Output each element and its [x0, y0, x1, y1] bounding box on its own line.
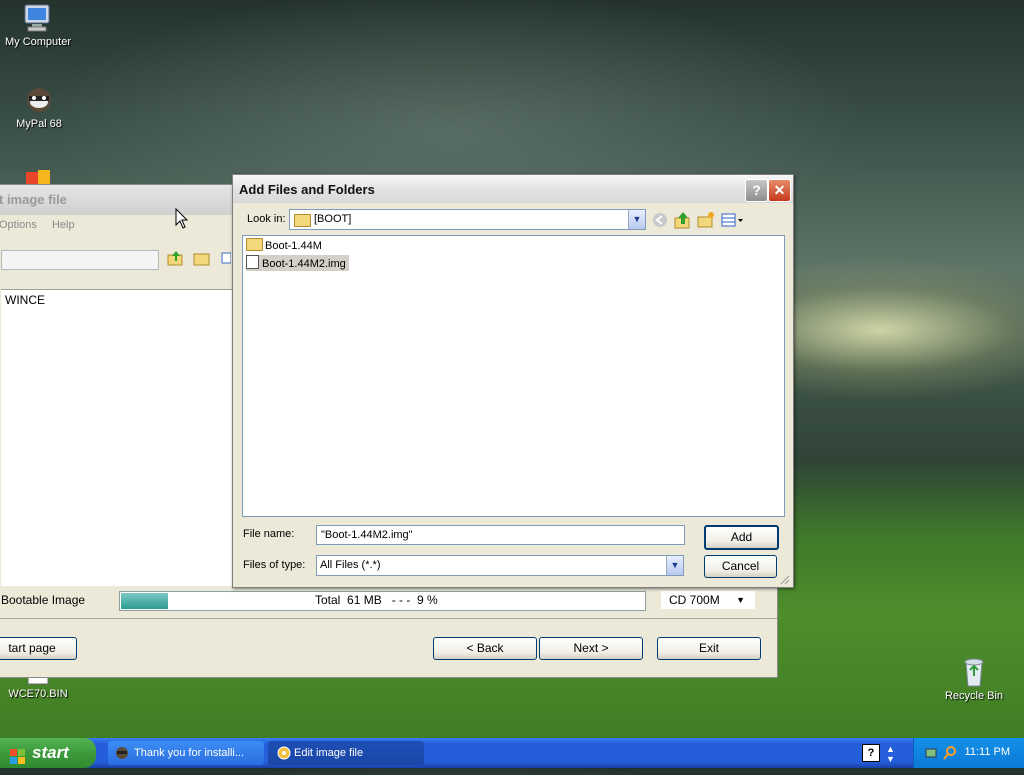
look-in-value: [BOOT]: [314, 213, 352, 225]
mypal-raccoon-icon: [23, 84, 55, 116]
cancel-button[interactable]: Cancel: [704, 555, 777, 578]
back-button[interactable]: < Back: [433, 637, 537, 660]
taskbar-item-label: Edit image file: [294, 747, 364, 759]
add-button[interactable]: Add: [704, 525, 779, 550]
view-icon[interactable]: [221, 249, 232, 267]
files-of-type-label: Files of type:: [243, 559, 306, 571]
taskbar-item-installer[interactable]: Thank you for installi...: [108, 741, 264, 765]
disc-icon: [276, 745, 292, 761]
files-of-type-select[interactable]: All Files (*.*) ▼: [316, 555, 684, 576]
taskbar: start Thank you for installi... Edit ima…: [0, 738, 1024, 768]
my-computer-label: My Computer: [4, 36, 72, 48]
back-label: < Back: [466, 641, 504, 655]
close-icon: ✕: [773, 182, 786, 198]
raccoon-icon: [114, 745, 130, 761]
resize-grip-icon[interactable]: [778, 573, 790, 585]
create-folder-icon[interactable]: [697, 211, 715, 229]
windows-logo-icon: [10, 745, 26, 764]
recycle-bin-label: Recycle Bin: [944, 690, 1004, 702]
list-item-label: Boot-1.44M2.img: [262, 258, 346, 270]
add-files-dialog: Add Files and Folders ? ✕ Look in: [BOOT…: [232, 174, 794, 588]
capacity-progress-fill: [121, 593, 168, 609]
look-in-label: Look in:: [247, 213, 286, 225]
help-button[interactable]: ?: [745, 179, 768, 202]
image-file-icon: [246, 255, 259, 269]
file-name-label: File name:: [243, 528, 295, 540]
computer-icon: [22, 2, 54, 34]
help-tray-icon[interactable]: ?: [862, 744, 880, 762]
start-page-label: tart page: [8, 641, 56, 655]
cancel-label: Cancel: [721, 559, 760, 573]
list-item-file[interactable]: Boot-1.44M2.img: [246, 255, 349, 271]
view-menu-icon[interactable]: [721, 211, 745, 229]
new-folder-icon[interactable]: [193, 249, 211, 267]
up-folder-icon[interactable]: [167, 249, 185, 267]
editor-path-box[interactable]: [1, 250, 159, 270]
folder-icon: [246, 238, 263, 251]
dialog-titlebar[interactable]: Add Files and Folders ? ✕: [233, 175, 793, 203]
chevron-down-icon[interactable]: ▼: [666, 556, 683, 575]
mouse-cursor-icon: [175, 207, 189, 230]
dropdown-arrow-icon: ▼: [736, 595, 745, 605]
edit-image-title: t image file: [0, 192, 67, 207]
network-tray-icon[interactable]: [924, 745, 940, 761]
search-tray-icon[interactable]: [942, 745, 958, 761]
dialog-title: Add Files and Folders: [239, 182, 375, 197]
wce70-label: WCE70.BIN: [8, 688, 68, 700]
capacity-row: Bootable Image Total 61 MB - - - 9 % CD …: [0, 589, 777, 613]
recycle-bin-icon: [958, 656, 990, 688]
files-of-type-value: All Files (*.*): [320, 559, 381, 571]
taskbar-item-edit-image[interactable]: Edit image file: [268, 741, 424, 765]
exit-button[interactable]: Exit: [657, 637, 761, 660]
my-computer-desktop-icon[interactable]: My Computer: [0, 2, 78, 48]
system-tray: 11:11 PM: [913, 738, 1024, 768]
menu-help[interactable]: Help: [52, 219, 75, 231]
capacity-text: Total 61 MB - - - 9 %: [315, 593, 438, 607]
back-arrow-icon[interactable]: [651, 211, 669, 229]
mypal-label: MyPal 68: [16, 118, 62, 130]
look-in-combo[interactable]: [BOOT] ▼: [289, 209, 646, 230]
recycle-bin-desktop-icon[interactable]: Recycle Bin: [934, 656, 1014, 702]
add-label: Add: [730, 530, 753, 544]
next-button[interactable]: Next >: [539, 637, 643, 660]
media-size-select[interactable]: CD 700M ▼: [661, 591, 755, 609]
start-page-button[interactable]: tart page: [0, 637, 77, 660]
tray-chevron-icon[interactable]: ▲ ▼: [886, 744, 895, 764]
taskbar-item-label: Thank you for installi...: [134, 747, 245, 759]
media-size-value: CD 700M: [669, 593, 720, 607]
next-label: Next >: [573, 641, 609, 655]
list-item-label: Boot-1.44M: [265, 240, 322, 252]
help-icon: ?: [752, 182, 761, 198]
up-one-level-icon[interactable]: [674, 211, 692, 229]
close-button[interactable]: ✕: [768, 179, 791, 202]
clock: 11:11 PM: [964, 746, 1010, 758]
folder-tree: WINCE: [1, 289, 233, 586]
file-name-input[interactable]: "Boot-1.44M2.img": [316, 525, 685, 545]
start-button[interactable]: start: [0, 738, 96, 768]
mypal-desktop-icon[interactable]: MyPal 68: [0, 84, 79, 130]
menu-options[interactable]: Options: [0, 219, 37, 231]
folder-icon: [294, 214, 311, 227]
partial-desktop-icon: [24, 168, 54, 184]
bootable-image-label[interactable]: Bootable Image: [1, 593, 85, 607]
exit-label: Exit: [698, 641, 719, 655]
tree-node-wince[interactable]: WINCE: [5, 293, 45, 307]
start-label: start: [32, 743, 69, 762]
list-item-folder[interactable]: Boot-1.44M: [246, 238, 325, 254]
chevron-down-icon[interactable]: ▼: [628, 210, 645, 229]
footer-divider: [0, 618, 777, 619]
file-list: Boot-1.44M Boot-1.44M2.img: [242, 235, 785, 517]
